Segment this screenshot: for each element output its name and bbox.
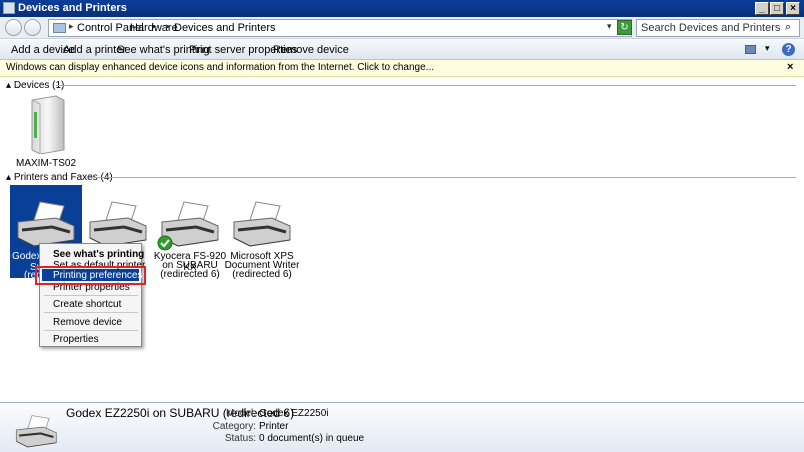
details-status-label: Status:	[224, 433, 256, 444]
title-bar: Devices and Printers _ □ ×	[0, 0, 804, 17]
back-button[interactable]	[5, 19, 22, 36]
control-panel-icon	[53, 23, 66, 33]
menu-separator	[44, 330, 138, 331]
computer-tower-icon	[31, 95, 65, 154]
details-category-value: Printer	[259, 421, 289, 432]
minimize-button[interactable]: _	[755, 2, 769, 15]
annotation-highlight-box	[35, 266, 146, 285]
close-button[interactable]: ×	[786, 2, 800, 15]
menu-separator	[44, 312, 138, 313]
group-divider	[56, 85, 796, 86]
breadcrumb-separator: ▸	[69, 21, 74, 31]
address-toolbar: ▸ Control Panel ▸ Hardware ▸ Devices and…	[0, 17, 804, 39]
printer-label-line3: (redirected 6)	[232, 269, 292, 280]
command-bar: Add a device Add a printer See what's pr…	[0, 40, 804, 60]
menu-item-see-whats-printing[interactable]: See what's printing	[53, 249, 144, 260]
help-icon[interactable]: ?	[782, 43, 795, 56]
address-bar[interactable]: ▸ Control Panel ▸ Hardware ▸ Devices and…	[48, 19, 632, 37]
search-icon[interactable]: ⌕	[785, 21, 791, 34]
device-label: MAXIM-TS02	[16, 158, 77, 169]
maximize-button[interactable]: □	[770, 2, 784, 15]
view-dropdown-icon[interactable]: ▾	[765, 43, 770, 54]
refresh-icon[interactable]: ↻	[617, 20, 632, 35]
printer-label-line1: Godex	[12, 251, 42, 262]
printer-icon	[15, 415, 57, 448]
view-options-icon[interactable]	[745, 45, 756, 54]
window-title: Devices and Printers	[18, 2, 127, 14]
remove-device-button[interactable]: Remove device	[273, 44, 349, 56]
info-bar-close-icon[interactable]: ×	[787, 61, 793, 73]
details-model-value: Godex EZ2250i	[259, 408, 329, 419]
menu-separator	[44, 295, 138, 296]
details-model-label: Model:	[225, 408, 256, 419]
details-category-label: Category:	[212, 421, 256, 432]
info-bar-text[interactable]: Windows can display enhanced device icon…	[6, 62, 434, 73]
collapse-arrow-icon[interactable]: ▴	[6, 80, 11, 91]
menu-item-create-shortcut[interactable]: Create shortcut	[53, 299, 121, 310]
menu-item-properties[interactable]: Properties	[53, 334, 99, 345]
address-dropdown-icon[interactable]: ▾	[607, 21, 612, 32]
breadcrumb-separator: ▸	[166, 21, 171, 31]
menu-item-remove-device[interactable]: Remove device	[53, 317, 122, 328]
search-input[interactable]: Search Devices and Printers	[636, 19, 800, 37]
forward-button[interactable]	[24, 19, 41, 36]
info-bar[interactable]: Windows can display enhanced device icon…	[0, 60, 804, 77]
search-placeholder: Search Devices and Printers	[641, 22, 781, 34]
group-divider	[89, 177, 796, 178]
window-icon	[3, 2, 15, 14]
details-pane: Godex EZ2250i on SUBARU (redirected 6) M…	[0, 402, 804, 452]
context-menu: See what's printing Set as default print…	[39, 243, 145, 347]
printer-label-line3: (redirected 6)	[160, 269, 220, 280]
printer-icon[interactable]	[228, 200, 298, 250]
default-printer-check-icon	[157, 235, 173, 251]
details-status-value: 0 document(s) in queue	[259, 433, 365, 444]
breadcrumb-devices-and-printers[interactable]: Devices and Printers	[174, 22, 276, 34]
collapse-arrow-icon[interactable]: ▴	[6, 172, 11, 183]
